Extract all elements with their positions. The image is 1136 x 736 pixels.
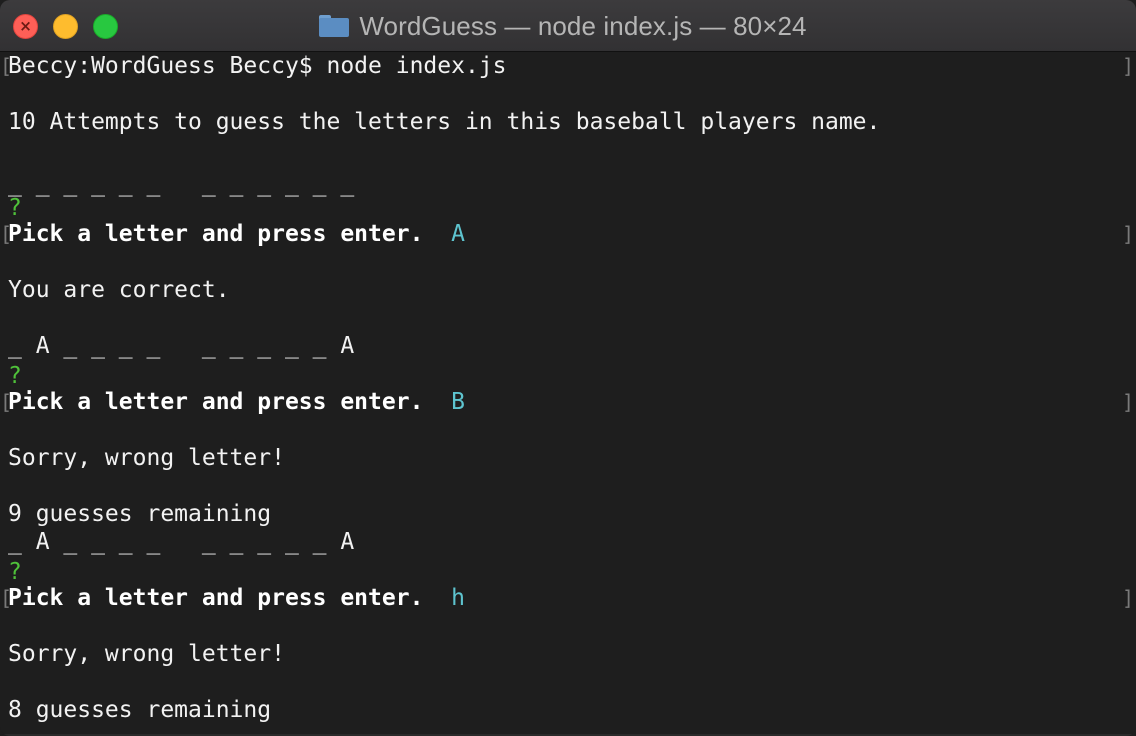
prompt-question-mark: ? bbox=[8, 195, 22, 221]
result-text: You are correct. bbox=[8, 277, 230, 303]
word-board: _ _ _ _ _ _ _ _ _ _ _ _ bbox=[8, 171, 355, 197]
command-line: Beccy:WordGuess Beccy$ node index.js bbox=[8, 53, 507, 79]
close-window-button[interactable]: × bbox=[13, 14, 38, 39]
prompt-line: Pick a letter and press enter. B bbox=[8, 388, 465, 416]
prompt-question-mark: ? bbox=[8, 559, 22, 585]
prompt-question-mark: ? bbox=[8, 363, 22, 389]
minimize-window-button[interactable] bbox=[53, 14, 78, 39]
terminal-output[interactable]: [ Beccy:WordGuess Beccy$ node index.js ]… bbox=[0, 52, 1136, 736]
result-text: Sorry, wrong letter! bbox=[8, 445, 285, 471]
line-bracket-right: ] bbox=[1121, 390, 1134, 414]
line-bracket-right: ] bbox=[1121, 54, 1134, 78]
window-title-area: WordGuess — node index.js — 80×24 bbox=[0, 0, 1136, 52]
prompt-line: Pick a letter and press enter. A bbox=[8, 220, 465, 248]
word-board: _ A _ _ _ _ _ _ _ _ _ A bbox=[8, 529, 355, 555]
guesses-remaining: 9 guesses remaining bbox=[8, 501, 272, 527]
line-bracket-right: ] bbox=[1121, 222, 1134, 246]
answer-input: B bbox=[451, 389, 465, 415]
prompt-text: Pick a letter and press enter. bbox=[8, 221, 424, 247]
folder-icon bbox=[319, 15, 350, 37]
answer-input: A bbox=[451, 221, 465, 247]
maximize-window-button[interactable] bbox=[93, 14, 118, 39]
title-bar[interactable]: × WordGuess — node index.js — 80×24 bbox=[0, 0, 1136, 52]
result-text: Sorry, wrong letter! bbox=[8, 641, 285, 667]
word-board: _ A _ _ _ _ _ _ _ _ _ A bbox=[8, 333, 355, 359]
prompt-text: Pick a letter and press enter. bbox=[8, 389, 424, 415]
window-title: WordGuess — node index.js — 80×24 bbox=[359, 10, 807, 41]
close-icon: × bbox=[19, 17, 32, 35]
prompt-text: Pick a letter and press enter. bbox=[8, 585, 424, 611]
terminal-window: × WordGuess — node index.js — 80×24 [ Be… bbox=[0, 0, 1136, 736]
line-bracket-right: ] bbox=[1121, 586, 1134, 610]
answer-input: h bbox=[451, 585, 465, 611]
prompt-line: Pick a letter and press enter. h bbox=[8, 584, 465, 612]
guesses-remaining: 8 guesses remaining bbox=[8, 697, 272, 723]
intro-text: 10 Attempts to guess the letters in this… bbox=[8, 109, 881, 135]
